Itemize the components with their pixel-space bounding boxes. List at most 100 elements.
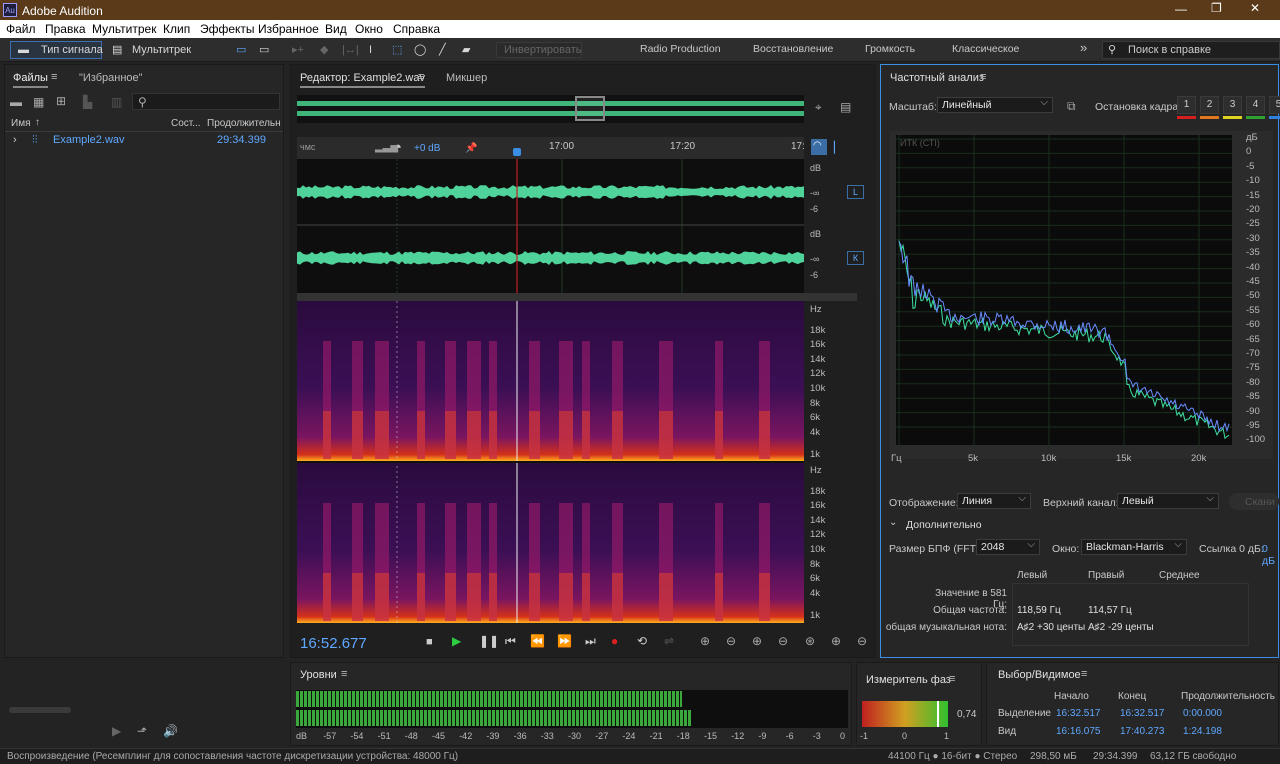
loop-playback-icon[interactable]: ⟲: [637, 635, 647, 647]
menu-multitrack[interactable]: Мультитрек: [92, 22, 156, 36]
tab-mixer[interactable]: Микшер: [446, 72, 487, 84]
zoom-out-full-icon[interactable]: ⊛: [805, 635, 815, 647]
hud-gain-value[interactable]: +0 dB: [414, 143, 440, 154]
levels-panel-menu-icon[interactable]: ≡: [341, 668, 347, 680]
insert-icon[interactable]: ▙: [83, 96, 92, 108]
slip-tool-icon[interactable]: |↔|: [342, 42, 359, 58]
current-time[interactable]: 16:52.677: [300, 635, 367, 652]
menu-file[interactable]: Файл: [6, 22, 36, 36]
spectral-display-icon[interactable]: ▭: [259, 42, 269, 58]
hold-button-4[interactable]: 4: [1246, 96, 1265, 114]
phase-panel-menu-icon[interactable]: ≡: [949, 673, 955, 685]
brush-tool-icon[interactable]: ╱: [439, 42, 446, 58]
overview-menu-icon[interactable]: ▤: [840, 101, 851, 113]
pin-icon[interactable]: 📌: [465, 143, 477, 154]
col-name-header[interactable]: Имя: [11, 118, 30, 129]
view-duration[interactable]: 1:24.198: [1183, 726, 1222, 737]
fast-forward-icon[interactable]: ⏩: [557, 635, 572, 647]
move-tool-icon[interactable]: ▸+: [292, 42, 304, 58]
selection-duration[interactable]: 0:00.000: [1183, 708, 1222, 719]
hold-button-5[interactable]: 5: [1269, 96, 1280, 114]
overview-strip[interactable]: [297, 95, 804, 123]
workspace-radio-production[interactable]: Radio Production: [640, 43, 721, 55]
loop-preview-icon[interactable]: ⬏: [137, 725, 147, 737]
hold-button-2[interactable]: 2: [1200, 96, 1219, 114]
zoom-in-amplitude-icon[interactable]: ⊕: [700, 635, 710, 647]
zoom-out-amplitude-icon[interactable]: ⊖: [726, 635, 736, 647]
playhead-handle[interactable]: [513, 148, 521, 156]
waveform-display-icon[interactable]: ▭: [236, 42, 246, 58]
menu-help[interactable]: Справка: [393, 22, 440, 36]
zoom-navigator-icon[interactable]: ⌖: [815, 101, 822, 113]
channel-badge-right[interactable]: К: [847, 251, 864, 265]
menu-window[interactable]: Окно: [355, 22, 383, 36]
reference-value[interactable]: 0 дБ: [1262, 543, 1278, 567]
frequency-panel-menu-icon[interactable]: ≡: [980, 71, 986, 83]
channel-badge-left[interactable]: L: [847, 185, 864, 199]
razor-tool-icon[interactable]: ◆: [320, 42, 328, 58]
fft-size-dropdown[interactable]: 2048: [976, 538, 1040, 555]
play-preview-icon[interactable]: ▶: [112, 725, 121, 737]
col-status-header[interactable]: Сост...: [171, 118, 201, 129]
zoom-in-time-icon[interactable]: ⊕: [752, 635, 762, 647]
go-to-start-icon[interactable]: ⏮: [505, 635, 516, 647]
overview-visible-range[interactable]: [575, 96, 605, 121]
advanced-chevron-icon[interactable]: ⌄: [889, 517, 897, 528]
tab-editor[interactable]: Редактор: Example2.wav: [300, 72, 425, 88]
spectral-display[interactable]: [297, 301, 804, 623]
multitrack-view-button[interactable]: Мультитрек: [132, 42, 191, 58]
view-end[interactable]: 17:40.273: [1120, 726, 1165, 737]
zoom-out-time-icon[interactable]: ⊖: [778, 635, 788, 647]
workspace-loudness[interactable]: Громкость: [865, 43, 915, 55]
waveform-display[interactable]: [297, 159, 804, 293]
skip-selection-icon[interactable]: ⇌: [664, 635, 674, 647]
menu-edit[interactable]: Правка: [45, 22, 86, 36]
tab-files[interactable]: Файлы: [13, 72, 48, 88]
record-icon[interactable]: ●: [611, 635, 618, 647]
marker-pin-icon[interactable]: ▏: [834, 141, 842, 154]
workspace-restoration[interactable]: Восстановление: [753, 43, 833, 55]
menu-effects[interactable]: Эффекты: [200, 22, 255, 36]
selection-panel-menu-icon[interactable]: ≡: [1081, 668, 1087, 680]
hold-button-3[interactable]: 3: [1223, 96, 1242, 114]
maximize-icon[interactable]: ❐: [1211, 1, 1222, 15]
pause-icon[interactable]: ❚❚: [479, 635, 499, 647]
zoom-out-selection-icon[interactable]: ⊖: [857, 635, 867, 647]
snapshot-icon[interactable]: ⧉: [1067, 100, 1076, 112]
autoplay-speaker-icon[interactable]: 🔊: [163, 725, 178, 737]
table-row[interactable]: › ⫶⫶ Example2.wav 29:34.399: [5, 133, 283, 149]
files-search-input[interactable]: [132, 93, 280, 110]
files-horizontal-scrollbar[interactable]: [9, 707, 71, 713]
minimize-icon[interactable]: —: [1175, 2, 1187, 16]
close-icon[interactable]: ✕: [1250, 1, 1260, 15]
hold-button-1[interactable]: 1: [1177, 96, 1196, 114]
open-folder-icon[interactable]: ▬: [10, 96, 22, 108]
spot-healing-tool-icon[interactable]: ▰: [462, 42, 470, 58]
display-dropdown[interactable]: Линия: [957, 492, 1031, 509]
import-icon[interactable]: ▦: [33, 96, 44, 108]
selection-end[interactable]: 16:32.517: [1120, 708, 1165, 719]
zoom-in-selection-icon[interactable]: ⊕: [831, 635, 841, 647]
lasso-tool-icon[interactable]: ◯: [414, 42, 426, 58]
menu-favorites[interactable]: Избранное: [258, 22, 319, 36]
files-panel-menu-icon[interactable]: ≡: [51, 71, 57, 83]
expand-chevron-icon[interactable]: ›: [13, 134, 17, 146]
volume-knob-icon[interactable]: ◔: [393, 139, 402, 156]
workspace-overflow-icon[interactable]: »: [1080, 40, 1087, 55]
scale-dropdown[interactable]: Линейный: [937, 96, 1053, 113]
view-splitter[interactable]: [297, 293, 857, 301]
new-file-icon[interactable]: ⊞: [56, 95, 66, 107]
workspace-classic[interactable]: Классическое: [952, 43, 1019, 55]
stop-icon[interactable]: ■: [426, 636, 433, 648]
window-dropdown[interactable]: Blackman-Harris: [1081, 538, 1187, 555]
menu-clip[interactable]: Клип: [163, 22, 190, 36]
go-to-end-icon[interactable]: ⏭: [585, 635, 596, 647]
col-duration-header[interactable]: Продолжительн: [207, 118, 281, 129]
top-channel-dropdown[interactable]: Левый: [1117, 492, 1219, 509]
rewind-icon[interactable]: ⏪: [530, 635, 545, 647]
editor-panel-menu-icon[interactable]: ≡: [418, 71, 424, 83]
play-icon[interactable]: ▶: [452, 635, 461, 647]
delete-icon[interactable]: ▥: [111, 96, 122, 108]
menu-view[interactable]: Вид: [325, 22, 347, 36]
advanced-section-label[interactable]: Дополнительно: [906, 519, 982, 531]
